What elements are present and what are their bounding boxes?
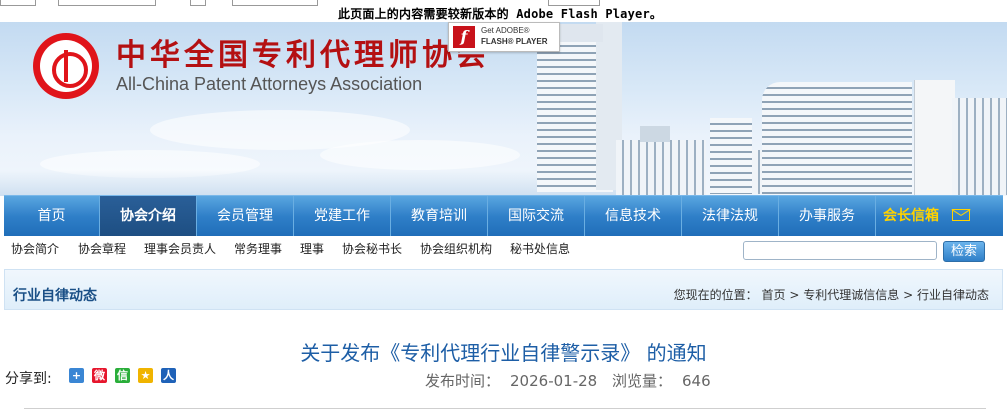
- hills-decoration: [0, 170, 620, 196]
- breadcrumb-prefix: 您现在的位置：: [673, 288, 758, 302]
- mail-icon[interactable]: [952, 209, 970, 221]
- building-image: [762, 82, 912, 194]
- logo-ring: [40, 40, 92, 92]
- views-label: 浏览量：: [611, 372, 672, 390]
- subnav-item-secretariat[interactable]: 秘书处信息: [510, 240, 570, 257]
- breadcrumb-separator: >: [903, 288, 914, 302]
- building-image: [640, 126, 670, 142]
- nav-item-members[interactable]: 会员管理: [197, 196, 294, 237]
- flash-icon: f: [453, 26, 475, 48]
- content-divider: [24, 408, 986, 409]
- building-image: [914, 80, 955, 195]
- subnav-item-council-leaders[interactable]: 理事会员责人: [144, 240, 216, 257]
- subnav-item-charter[interactable]: 协会章程: [78, 240, 126, 257]
- get-flash-player-badge[interactable]: f Get ADOBE® FLASH® PLAYER: [448, 22, 560, 52]
- search-input[interactable]: [743, 241, 937, 260]
- building-image: [710, 118, 752, 194]
- form-fragment: [190, 0, 206, 6]
- building-image: [616, 140, 706, 195]
- publish-time-label: 发布时间：: [425, 372, 501, 390]
- main-nav: 首页 协会介绍 会员管理 党建工作 教育培训 国际交流 信息技术 法律法规 办事…: [4, 195, 1003, 237]
- subnav-item-standing-directors[interactable]: 常务理事: [234, 240, 282, 257]
- subnav-item-intro[interactable]: 协会简介: [11, 240, 59, 257]
- share-more-icon[interactable]: +: [69, 368, 84, 383]
- site-title-cn: 中华全国专利代理师协会: [116, 38, 490, 73]
- flash-upgrade-message: 此页面上的内容需要较新版本的 Adobe Flash Player。: [338, 7, 663, 21]
- breadcrumb-current[interactable]: 行业自律动态: [917, 288, 989, 302]
- nav-item-home[interactable]: 首页: [4, 196, 100, 237]
- nav-item-services[interactable]: 办事服务: [779, 196, 876, 237]
- search-button[interactable]: 检索: [943, 241, 985, 262]
- cloud-decoration: [320, 140, 520, 170]
- share-renren-icon[interactable]: 人: [161, 368, 176, 383]
- form-fragment: [58, 0, 156, 6]
- logo-core: [52, 52, 88, 88]
- share-label: 分享到:: [5, 371, 52, 387]
- publish-date: 2026-01-28: [510, 372, 598, 390]
- article-meta: 发布时间： 2026-01-28 浏览量： 646: [425, 370, 721, 391]
- association-logo[interactable]: [33, 33, 99, 99]
- nav-item-president-mailbox[interactable]: 会长信箱: [876, 196, 946, 237]
- breadcrumb-home[interactable]: 首页: [762, 288, 786, 302]
- nav-item-law[interactable]: 法律法规: [682, 196, 779, 237]
- share-qzone-icon[interactable]: ★: [138, 368, 153, 383]
- site-title-en: All-China Patent Attorneys Association: [116, 74, 423, 94]
- breadcrumb: 您现在的位置： 首页 > 专利代理诚信信息 > 行业自律动态: [674, 286, 989, 303]
- nav-item-it[interactable]: 信息技术: [585, 196, 682, 237]
- nav-item-international[interactable]: 国际交流: [488, 196, 585, 237]
- logo-bar: [64, 50, 68, 82]
- subnav-item-directors[interactable]: 理事: [300, 240, 324, 257]
- nav-item-about[interactable]: 协会介绍: [100, 196, 197, 237]
- subnav-item-organization[interactable]: 协会组织机构: [420, 240, 492, 257]
- share-weibo-icon[interactable]: 微: [92, 368, 107, 383]
- subnav-item-secretary-general[interactable]: 协会秘书长: [342, 240, 402, 257]
- breadcrumb-integrity-info[interactable]: 专利代理诚信信息: [803, 288, 899, 302]
- article-title: 关于发布《专利代理行业自律警示录》 的通知: [300, 341, 707, 365]
- flash-badge-line2: FLASH® PLAYER: [481, 37, 548, 46]
- nav-item-training[interactable]: 教育培训: [391, 196, 488, 237]
- flash-notice: 此页面上的内容需要较新版本的 Adobe Flash Player。: [0, 0, 1007, 22]
- form-fragment: [232, 0, 318, 6]
- share-wechat-icon[interactable]: 信: [115, 368, 130, 383]
- breadcrumb-separator: >: [789, 288, 800, 302]
- form-fragment: [0, 0, 36, 6]
- building-image: [952, 98, 1007, 195]
- section-title: 行业自律动态: [13, 288, 97, 304]
- nav-item-party[interactable]: 党建工作: [294, 196, 391, 237]
- views-count: 646: [682, 372, 711, 390]
- flash-badge-line1: Get ADOBE®: [481, 26, 530, 35]
